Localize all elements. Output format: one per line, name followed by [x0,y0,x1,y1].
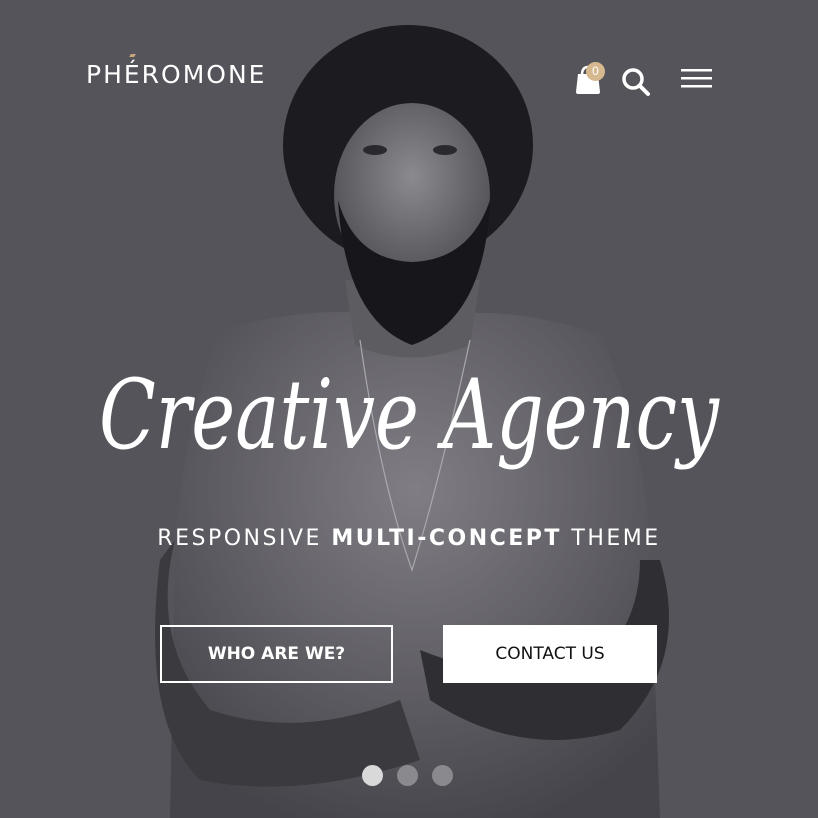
logo-accent-letter: É [123,60,142,89]
logo-text-start: PH [86,60,124,89]
subtitle-emphasis: MULTI-CONCEPT [331,526,562,551]
hero-subtitle: RESPONSIVE MULTI-CONCEPT THEME [0,526,818,551]
slide-dot-3[interactable] [432,765,453,786]
who-are-we-button[interactable]: WHO ARE WE? [160,625,393,683]
search-button[interactable] [620,66,652,98]
logo-text-end: ROMONE [141,60,267,89]
cart-button[interactable]: 0 [574,62,608,96]
hero-headline: Creative Agency [99,359,720,471]
brand-logo[interactable]: PHÉROMONE [86,60,266,89]
hero-headline-text: Creative Agency [99,359,720,471]
slide-dot-2[interactable] [397,765,418,786]
contact-us-button[interactable]: CONTACT US [443,625,657,683]
subtitle-part-1: RESPONSIVE [157,526,332,551]
subtitle-part-2: THEME [561,526,661,551]
search-icon [622,68,650,96]
menu-button[interactable] [680,66,714,92]
hamburger-menu-icon [681,69,712,88]
cart-count-badge: 0 [586,62,605,81]
slider-pagination [362,765,453,786]
slide-dot-1[interactable] [362,765,383,786]
